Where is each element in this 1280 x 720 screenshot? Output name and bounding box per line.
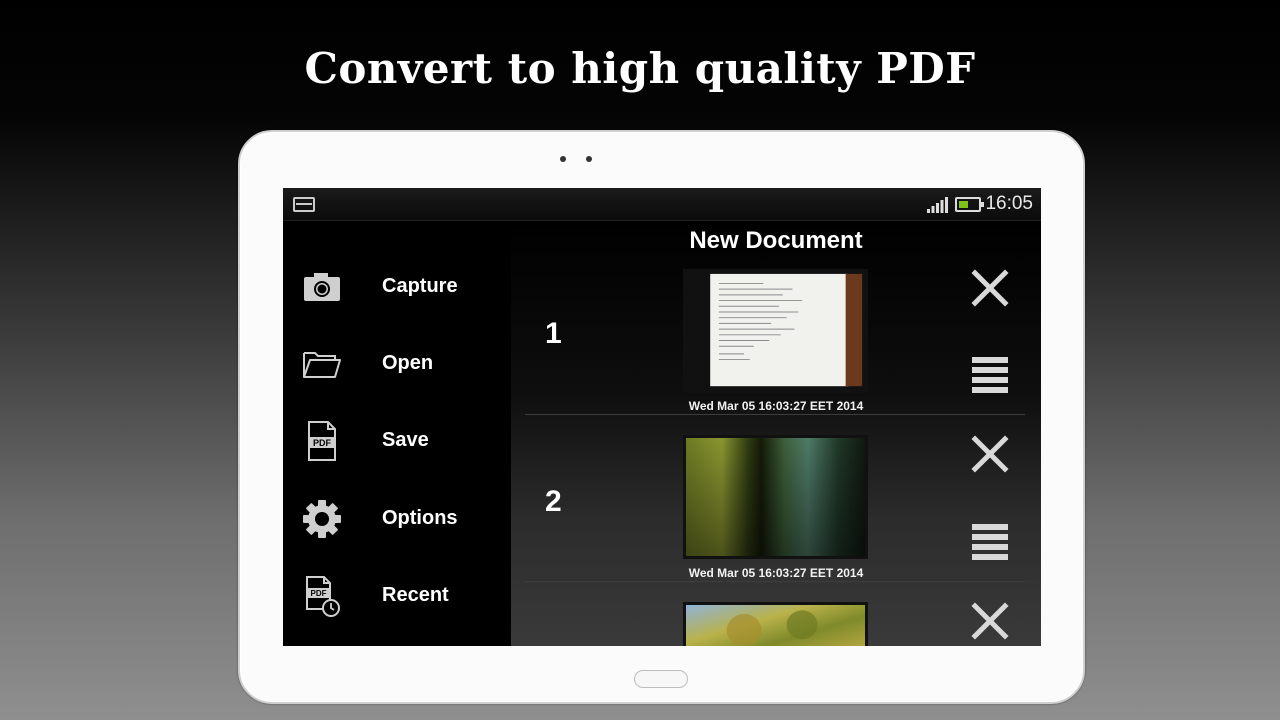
- pdf-file-icon: PDF: [308, 421, 336, 461]
- page-date: Wed Mar 05 16:03:27 EET 2014: [688, 399, 864, 413]
- gear-icon: [303, 500, 341, 538]
- camera-icon: [304, 273, 340, 301]
- sidebar-item-recent[interactable]: PDF Recent: [283, 562, 511, 632]
- page-number: 2: [545, 485, 562, 518]
- sidebar-item-label: Open: [382, 352, 434, 374]
- page-date: Wed Mar 05 16:03:27 EET 2014: [688, 566, 864, 580]
- battery-icon: [955, 197, 984, 212]
- delete-icon[interactable]: [971, 435, 1009, 473]
- page-row[interactable]: [511, 602, 1041, 646]
- notification-icon: [293, 197, 315, 212]
- tablet-sensor-dot: [560, 156, 566, 162]
- page-number: 1: [545, 317, 562, 350]
- document-panel: New Document 1 Wed Mar 05 16:03:27 EET 2…: [511, 221, 1041, 646]
- status-time: 16:05: [985, 193, 1033, 214]
- reorder-icon[interactable]: [971, 355, 1009, 393]
- sidebar-item-save[interactable]: PDF Save: [283, 407, 511, 477]
- row-divider: [525, 581, 1025, 582]
- sidebar-item-label: Recent: [382, 584, 449, 606]
- sidebar-menu: Capture Open PDF Save Options PDF Recent: [283, 221, 511, 646]
- page-thumbnail[interactable]: [683, 602, 868, 646]
- home-button[interactable]: [634, 670, 688, 688]
- page-thumbnail[interactable]: [683, 269, 868, 393]
- delete-icon[interactable]: [971, 602, 1009, 640]
- sidebar-item-open[interactable]: Open: [283, 330, 511, 400]
- promo-headline: Convert to high quality PDF: [304, 44, 976, 93]
- sidebar-item-capture[interactable]: Capture: [283, 253, 511, 323]
- page-thumbnail[interactable]: [683, 435, 868, 559]
- sidebar-item-label: Save: [382, 429, 429, 451]
- page-row[interactable]: 1 Wed Mar 05 16:03:27 EET 2014: [511, 269, 1041, 436]
- document-title: New Document: [689, 227, 863, 254]
- svg-text:PDF: PDF: [313, 438, 332, 448]
- reorder-icon[interactable]: [971, 522, 1009, 560]
- page-row[interactable]: 2 Wed Mar 05 16:03:27 EET 2014: [511, 435, 1041, 602]
- row-divider: [525, 414, 1025, 415]
- status-bar: 16:05: [283, 188, 1041, 221]
- signal-icon: [927, 197, 948, 213]
- svg-text:PDF: PDF: [311, 589, 327, 598]
- sidebar-item-options[interactable]: Options: [283, 485, 511, 555]
- sidebar-item-label: Capture: [382, 275, 458, 297]
- delete-icon[interactable]: [971, 269, 1009, 307]
- sidebar-item-label: Options: [382, 507, 458, 529]
- tablet-camera-dot: [586, 156, 592, 162]
- folder-icon: [303, 352, 341, 378]
- device-screen: 16:05 Capture Open PDF Save Options PDF …: [283, 188, 1041, 646]
- pdf-recent-icon: PDF: [306, 576, 340, 617]
